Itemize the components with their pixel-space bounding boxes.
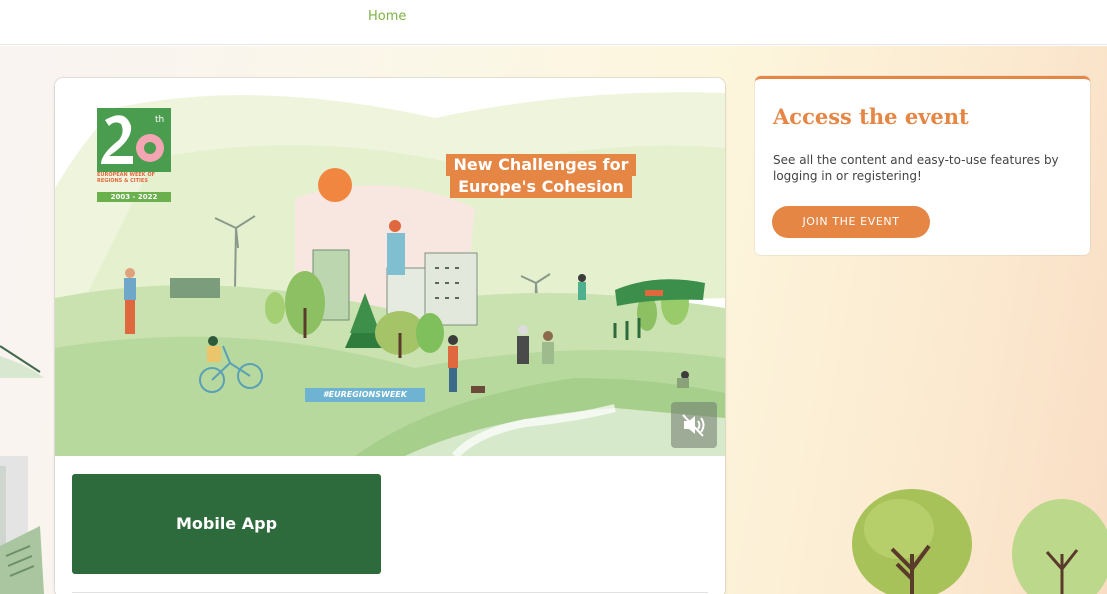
logo-th: th [155, 115, 164, 125]
access-description: See all the content and easy-to-use feat… [773, 153, 1059, 183]
ewrc-20th-logo: th EUROPEAN WEEK OF REGIONS & CITIES 200… [97, 108, 171, 206]
hero-card: th EUROPEAN WEEK OF REGIONS & CITIES 200… [55, 78, 725, 594]
right-trees-illustration [852, 489, 1107, 594]
hashtag-banner: #EUREGIONSWEEK [305, 388, 425, 402]
card-divider [72, 592, 708, 593]
nav-home-link[interactable]: Home [368, 9, 406, 24]
logo-20-graphic: th [97, 108, 171, 172]
left-illustration [0, 345, 44, 594]
hero-headline: New Challenges for Europe's Cohesion [441, 154, 641, 198]
headline-line-1: New Challenges for [445, 154, 637, 176]
mobile-app-button[interactable]: Mobile App [72, 474, 381, 574]
logo-years: 2003 - 2022 [97, 192, 171, 202]
hero-video[interactable]: th EUROPEAN WEEK OF REGIONS & CITIES 200… [55, 78, 725, 456]
top-nav: Home [0, 0, 1107, 45]
access-event-card: Access the event See all the content and… [755, 76, 1090, 255]
mute-button[interactable] [671, 402, 717, 448]
logo-title: EUROPEAN WEEK OF REGIONS & CITIES [97, 172, 156, 184]
join-event-button[interactable]: JOIN THE EVENT [772, 206, 930, 238]
headline-line-2: Europe's Cohesion [450, 176, 632, 198]
access-title: Access the event [773, 104, 969, 129]
speaker-muted-icon [682, 414, 705, 437]
